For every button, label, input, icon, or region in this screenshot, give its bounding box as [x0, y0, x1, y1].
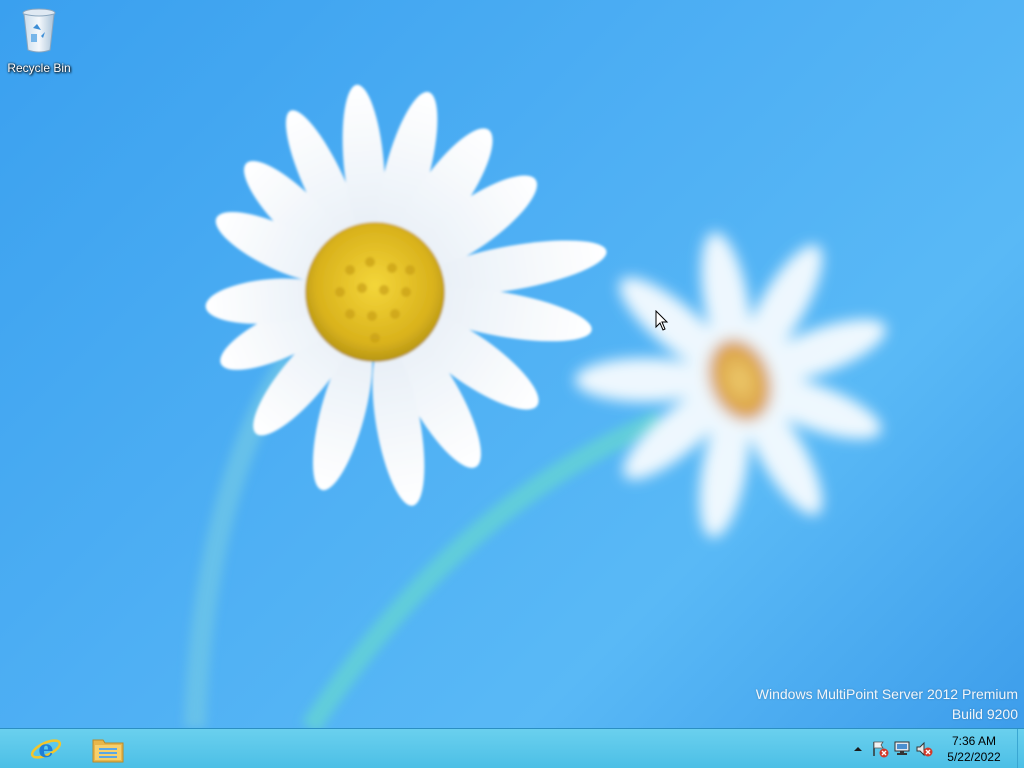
chevron-up-icon [854, 746, 862, 751]
action-center-flag-icon [873, 741, 889, 757]
taskbar-internet-explorer[interactable]: e [16, 729, 76, 768]
internet-explorer-icon: e [30, 734, 62, 763]
action-center-button[interactable] [869, 738, 891, 760]
watermark-build: Build 9200 [951, 706, 1018, 722]
network-button[interactable] [891, 738, 913, 760]
show-desktop-button[interactable] [1017, 729, 1024, 768]
wallpaper [184, 84, 887, 728]
clock-time: 7:36 AM [951, 733, 997, 748]
taskbar: e 7:36 AM 5/22/2022 [0, 728, 1024, 768]
taskbar-file-explorer[interactable] [78, 729, 138, 768]
file-explorer-icon [92, 739, 124, 762]
recycle-bin-label: Recycle Bin [7, 61, 71, 75]
recycle-bin-icon [22, 8, 56, 53]
show-hidden-icons-button[interactable] [847, 738, 869, 760]
taskbar-clock[interactable]: 7:36 AM 5/22/2022 [935, 733, 1013, 765]
volume-muted-icon [916, 741, 933, 756]
svg-text:e: e [38, 734, 53, 763]
clock-date: 5/22/2022 [947, 749, 1001, 764]
os-watermark: Windows MultiPoint Server 2012 Premium B… [756, 684, 1018, 724]
watermark-edition: Windows MultiPoint Server 2012 Premium [755, 686, 1018, 702]
network-icon [894, 741, 910, 755]
system-tray: 7:36 AM 5/22/2022 [847, 729, 1024, 768]
recycle-bin[interactable]: Recycle Bin [4, 6, 74, 75]
volume-button[interactable] [913, 738, 935, 760]
daisy-flower [205, 84, 607, 506]
mouse-cursor-icon [655, 310, 669, 331]
blurred-daisy [575, 232, 887, 538]
